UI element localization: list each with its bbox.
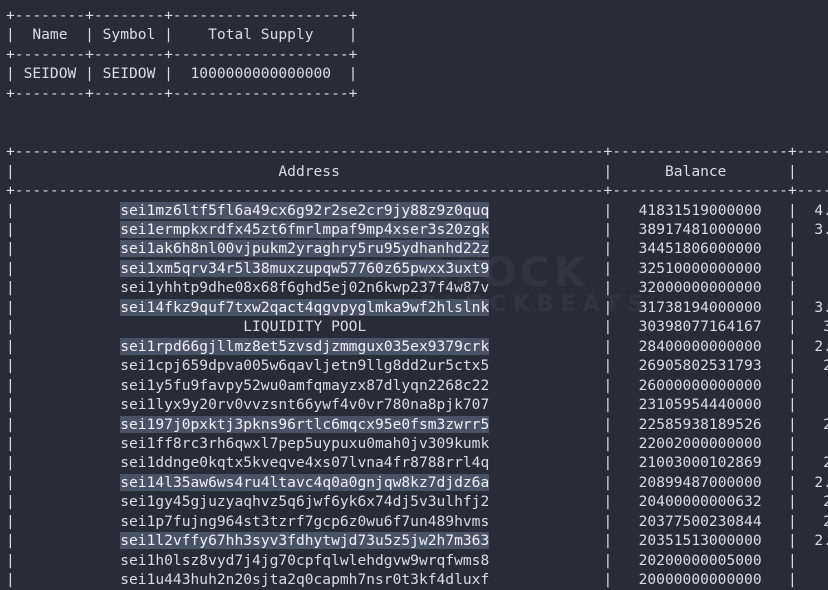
terminal-output: +--------+--------+--------------------+… (6, 7, 828, 589)
